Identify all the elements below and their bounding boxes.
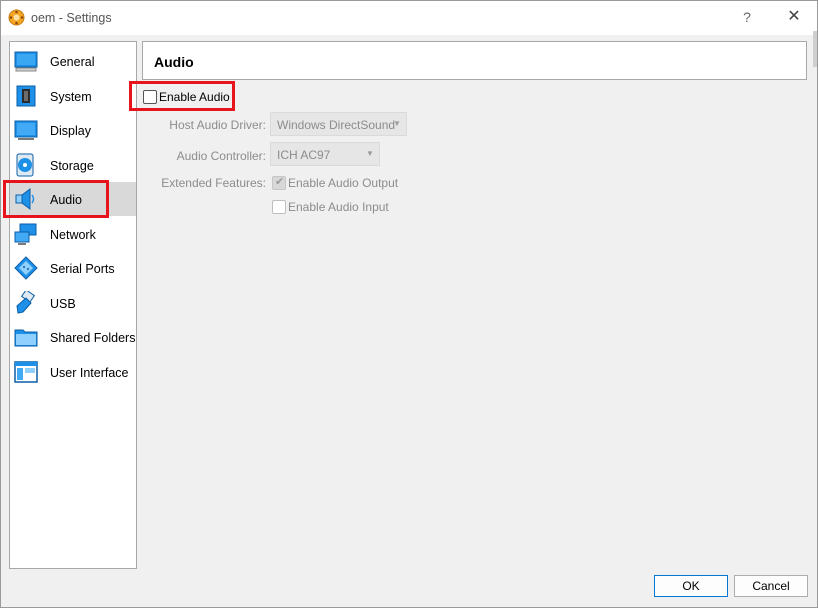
window-edge xyxy=(813,31,817,67)
sidebar-item-storage[interactable]: Storage xyxy=(10,148,136,182)
close-button[interactable]: ✕ xyxy=(784,7,804,27)
sidebar-item-display[interactable]: Display xyxy=(10,113,136,147)
audio-item-highlight xyxy=(3,180,109,218)
folder-icon xyxy=(14,329,38,347)
help-button[interactable]: ? xyxy=(739,9,755,27)
network-icon xyxy=(14,223,37,245)
virtualbox-app-icon xyxy=(8,9,25,26)
ok-button[interactable]: OK xyxy=(654,575,728,597)
host-audio-driver-value: Windows DirectSound xyxy=(277,118,396,132)
host-audio-driver-combo[interactable]: Windows DirectSound ▼ xyxy=(270,112,407,136)
display-monitor-icon xyxy=(14,120,38,140)
sidebar-item-shared-folders[interactable]: Shared Folders xyxy=(10,320,136,354)
settings-sidebar: General System Display Storage Audio Net… xyxy=(9,41,137,569)
serial-port-icon xyxy=(14,256,38,280)
sidebar-item-label: Shared Folders xyxy=(50,331,136,345)
page-header: Audio xyxy=(142,41,807,80)
chevron-down-icon: ▼ xyxy=(393,119,401,128)
enable-audio-output-label[interactable]: Enable Audio Output xyxy=(288,176,398,190)
usb-icon xyxy=(16,291,36,314)
extended-features-label: Extended Features: xyxy=(161,176,266,190)
window-title: oem - Settings xyxy=(31,11,112,25)
host-audio-driver-label: Host Audio Driver: xyxy=(169,118,266,132)
sidebar-item-general[interactable]: General xyxy=(10,44,136,78)
enable-audio-label[interactable]: Enable Audio xyxy=(159,90,230,104)
title-bar: oem - Settings ? ✕ xyxy=(1,1,817,35)
sidebar-item-user-interface[interactable]: User Interface xyxy=(10,355,136,389)
storage-disc-icon xyxy=(16,153,34,177)
cancel-button[interactable]: Cancel xyxy=(734,575,808,597)
sidebar-item-label: USB xyxy=(50,297,76,311)
sidebar-item-label: Display xyxy=(50,124,91,138)
page-title: Audio xyxy=(154,54,194,70)
enable-audio-input-label[interactable]: Enable Audio Input xyxy=(288,200,389,214)
checkmark-icon: ✔ xyxy=(275,176,285,188)
audio-controller-label: Audio Controller: xyxy=(176,149,266,163)
sidebar-item-label: Serial Ports xyxy=(50,262,115,276)
sidebar-item-label: General xyxy=(50,55,95,69)
chevron-down-icon: ▼ xyxy=(366,149,374,158)
enable-audio-input-checkbox[interactable] xyxy=(272,200,286,214)
audio-controller-combo[interactable]: ICH AC97 ▼ xyxy=(270,142,380,166)
enable-audio-output-checkbox[interactable]: ✔ xyxy=(272,176,286,190)
sidebar-item-system[interactable]: System xyxy=(10,79,136,113)
sidebar-item-label: User Interface xyxy=(50,366,129,380)
audio-controller-value: ICH AC97 xyxy=(277,148,331,162)
sidebar-item-usb[interactable]: USB xyxy=(10,286,136,320)
sidebar-item-label: System xyxy=(50,90,92,104)
sidebar-item-label: Storage xyxy=(50,159,94,173)
sidebar-item-label: Network xyxy=(50,228,96,242)
enable-audio-checkbox[interactable] xyxy=(143,90,157,104)
general-monitor-icon xyxy=(14,51,38,72)
system-chip-icon xyxy=(16,85,36,107)
settings-window: oem - Settings ? ✕ General System Displa… xyxy=(0,0,818,608)
sidebar-item-serial-ports[interactable]: Serial Ports xyxy=(10,251,136,285)
sidebar-item-network[interactable]: Network xyxy=(10,217,136,251)
user-interface-icon xyxy=(14,361,38,383)
